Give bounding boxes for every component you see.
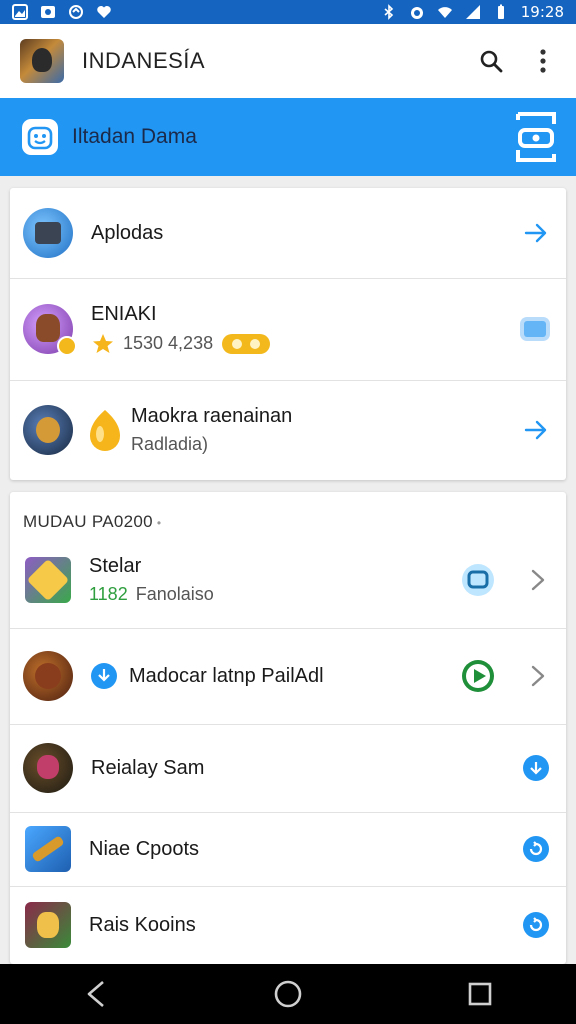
- banner-title: Iltadan Dama: [72, 125, 197, 148]
- avatar: [23, 405, 73, 455]
- row-body: Niae Cpoots: [89, 838, 199, 861]
- image-icon: [12, 4, 28, 20]
- list-item[interactable]: Maokra raenainan Radladia): [10, 380, 566, 480]
- row-body: Stelar 1182 Fanolaiso: [89, 555, 214, 605]
- download-icon: [91, 663, 117, 689]
- avatar: [23, 208, 73, 258]
- app-bar-actions: [478, 48, 556, 74]
- message-icon[interactable]: [518, 312, 552, 346]
- app-bar: INDANESÍA: [0, 24, 576, 98]
- navigation-bar: [0, 964, 576, 1024]
- status-time: 19:28: [520, 3, 564, 21]
- home-icon: [274, 980, 302, 1008]
- back-button[interactable]: [78, 976, 114, 1012]
- avatar: [23, 304, 77, 356]
- signal-icon: [465, 5, 480, 19]
- row-stats: 1530 4,238: [91, 332, 271, 356]
- list-item[interactable]: Niae Cpoots: [10, 812, 566, 887]
- more-options-button[interactable]: [530, 48, 556, 74]
- row-title: Niae Cpoots: [89, 837, 200, 860]
- row-title: Stelar: [89, 555, 142, 577]
- refresh-icon[interactable]: [522, 911, 550, 939]
- play-icon[interactable]: [460, 658, 496, 694]
- app-title: INDANESÍA: [82, 48, 206, 73]
- row-subtitle: 1182 Fanolaiso: [89, 584, 214, 605]
- section-card: MUDAU PA0200 • Stelar 1182 Fanolaiso Mado…: [10, 492, 566, 964]
- more-vert-icon: [540, 49, 546, 73]
- chat-bubble-icon[interactable]: [460, 562, 496, 598]
- status-bar: 19:28: [0, 0, 576, 24]
- banner[interactable]: Iltadan Dama: [0, 98, 576, 176]
- star-icon: [93, 333, 113, 353]
- search-icon: [480, 50, 503, 73]
- gold-icon: [88, 408, 122, 452]
- avatar: [25, 902, 71, 948]
- row-title: Madocar latnp PailAdl: [129, 664, 324, 687]
- status-system: 19:28: [381, 3, 564, 21]
- row-body: Rais Kooins: [89, 914, 196, 937]
- list-item[interactable]: Rais Kooins: [10, 886, 566, 964]
- list-item[interactable]: Stelar 1182 Fanolaiso: [10, 532, 566, 629]
- avatar: [25, 826, 71, 872]
- row-subtext: Fanolaiso: [135, 584, 214, 604]
- search-button[interactable]: [478, 48, 504, 74]
- app-logo: [20, 39, 64, 83]
- recents-icon: [468, 982, 492, 1006]
- arrow-right-icon[interactable]: [522, 219, 550, 247]
- row-body: ENIAKI 1530 4,238: [91, 303, 271, 356]
- row-subtitle: Radladia): [131, 434, 209, 454]
- row-body: Aplodas: [91, 222, 163, 245]
- battery-icon: [497, 4, 504, 19]
- row-body: Reialay Sam: [91, 757, 204, 780]
- download-icon[interactable]: [522, 754, 550, 782]
- avatar: [23, 743, 73, 793]
- row-title: ENIAKI: [91, 302, 157, 325]
- list-item[interactable]: Aplodas: [10, 188, 566, 279]
- scan-icon[interactable]: [514, 110, 558, 164]
- avatar: [23, 651, 73, 701]
- list-item[interactable]: Reialay Sam: [10, 724, 566, 813]
- bluetooth-icon: [384, 4, 393, 20]
- photo-icon: [41, 6, 55, 18]
- status-notifications: [12, 4, 112, 20]
- chevron-right-icon[interactable]: [526, 566, 550, 594]
- banner-logo: [22, 119, 58, 155]
- recents-button[interactable]: [462, 976, 498, 1012]
- heart-icon: [97, 6, 111, 18]
- row-body: Madocar latnp PailAdl: [129, 665, 324, 688]
- list-item[interactable]: ENIAKI 1530 4,238: [10, 278, 566, 381]
- row-title: Reialay Sam: [91, 756, 205, 779]
- refresh-icon[interactable]: [522, 835, 550, 863]
- chevron-right-icon[interactable]: [526, 662, 550, 690]
- avatar: [25, 557, 71, 603]
- row-count: 1182: [89, 584, 128, 604]
- list-item[interactable]: Madocar latnp PailAdl: [10, 628, 566, 725]
- coins-badge-icon: [222, 333, 271, 354]
- back-icon: [87, 981, 104, 1007]
- game-list-card: Aplodas ENIAKI 1530 4,238 Maokra raenain…: [10, 188, 566, 480]
- section-header: MUDAU PA0200 •: [23, 512, 162, 531]
- row-body: Maokra raenainan Radladia): [131, 405, 292, 455]
- stats-text: 1530 4,238: [123, 333, 214, 353]
- sync-icon: [69, 5, 83, 19]
- row-title: Aplodas: [91, 221, 164, 244]
- row-title: Maokra raenainan: [131, 405, 293, 427]
- alarm-icon: [410, 7, 423, 19]
- arrow-right-icon[interactable]: [522, 416, 550, 444]
- wifi-icon: [437, 7, 452, 18]
- row-title: Rais Kooins: [89, 913, 196, 936]
- smile-logo-icon: [27, 126, 53, 150]
- section-header-text: MUDAU PA0200: [23, 512, 153, 531]
- home-button[interactable]: [270, 976, 306, 1012]
- coin-badge: [57, 336, 77, 356]
